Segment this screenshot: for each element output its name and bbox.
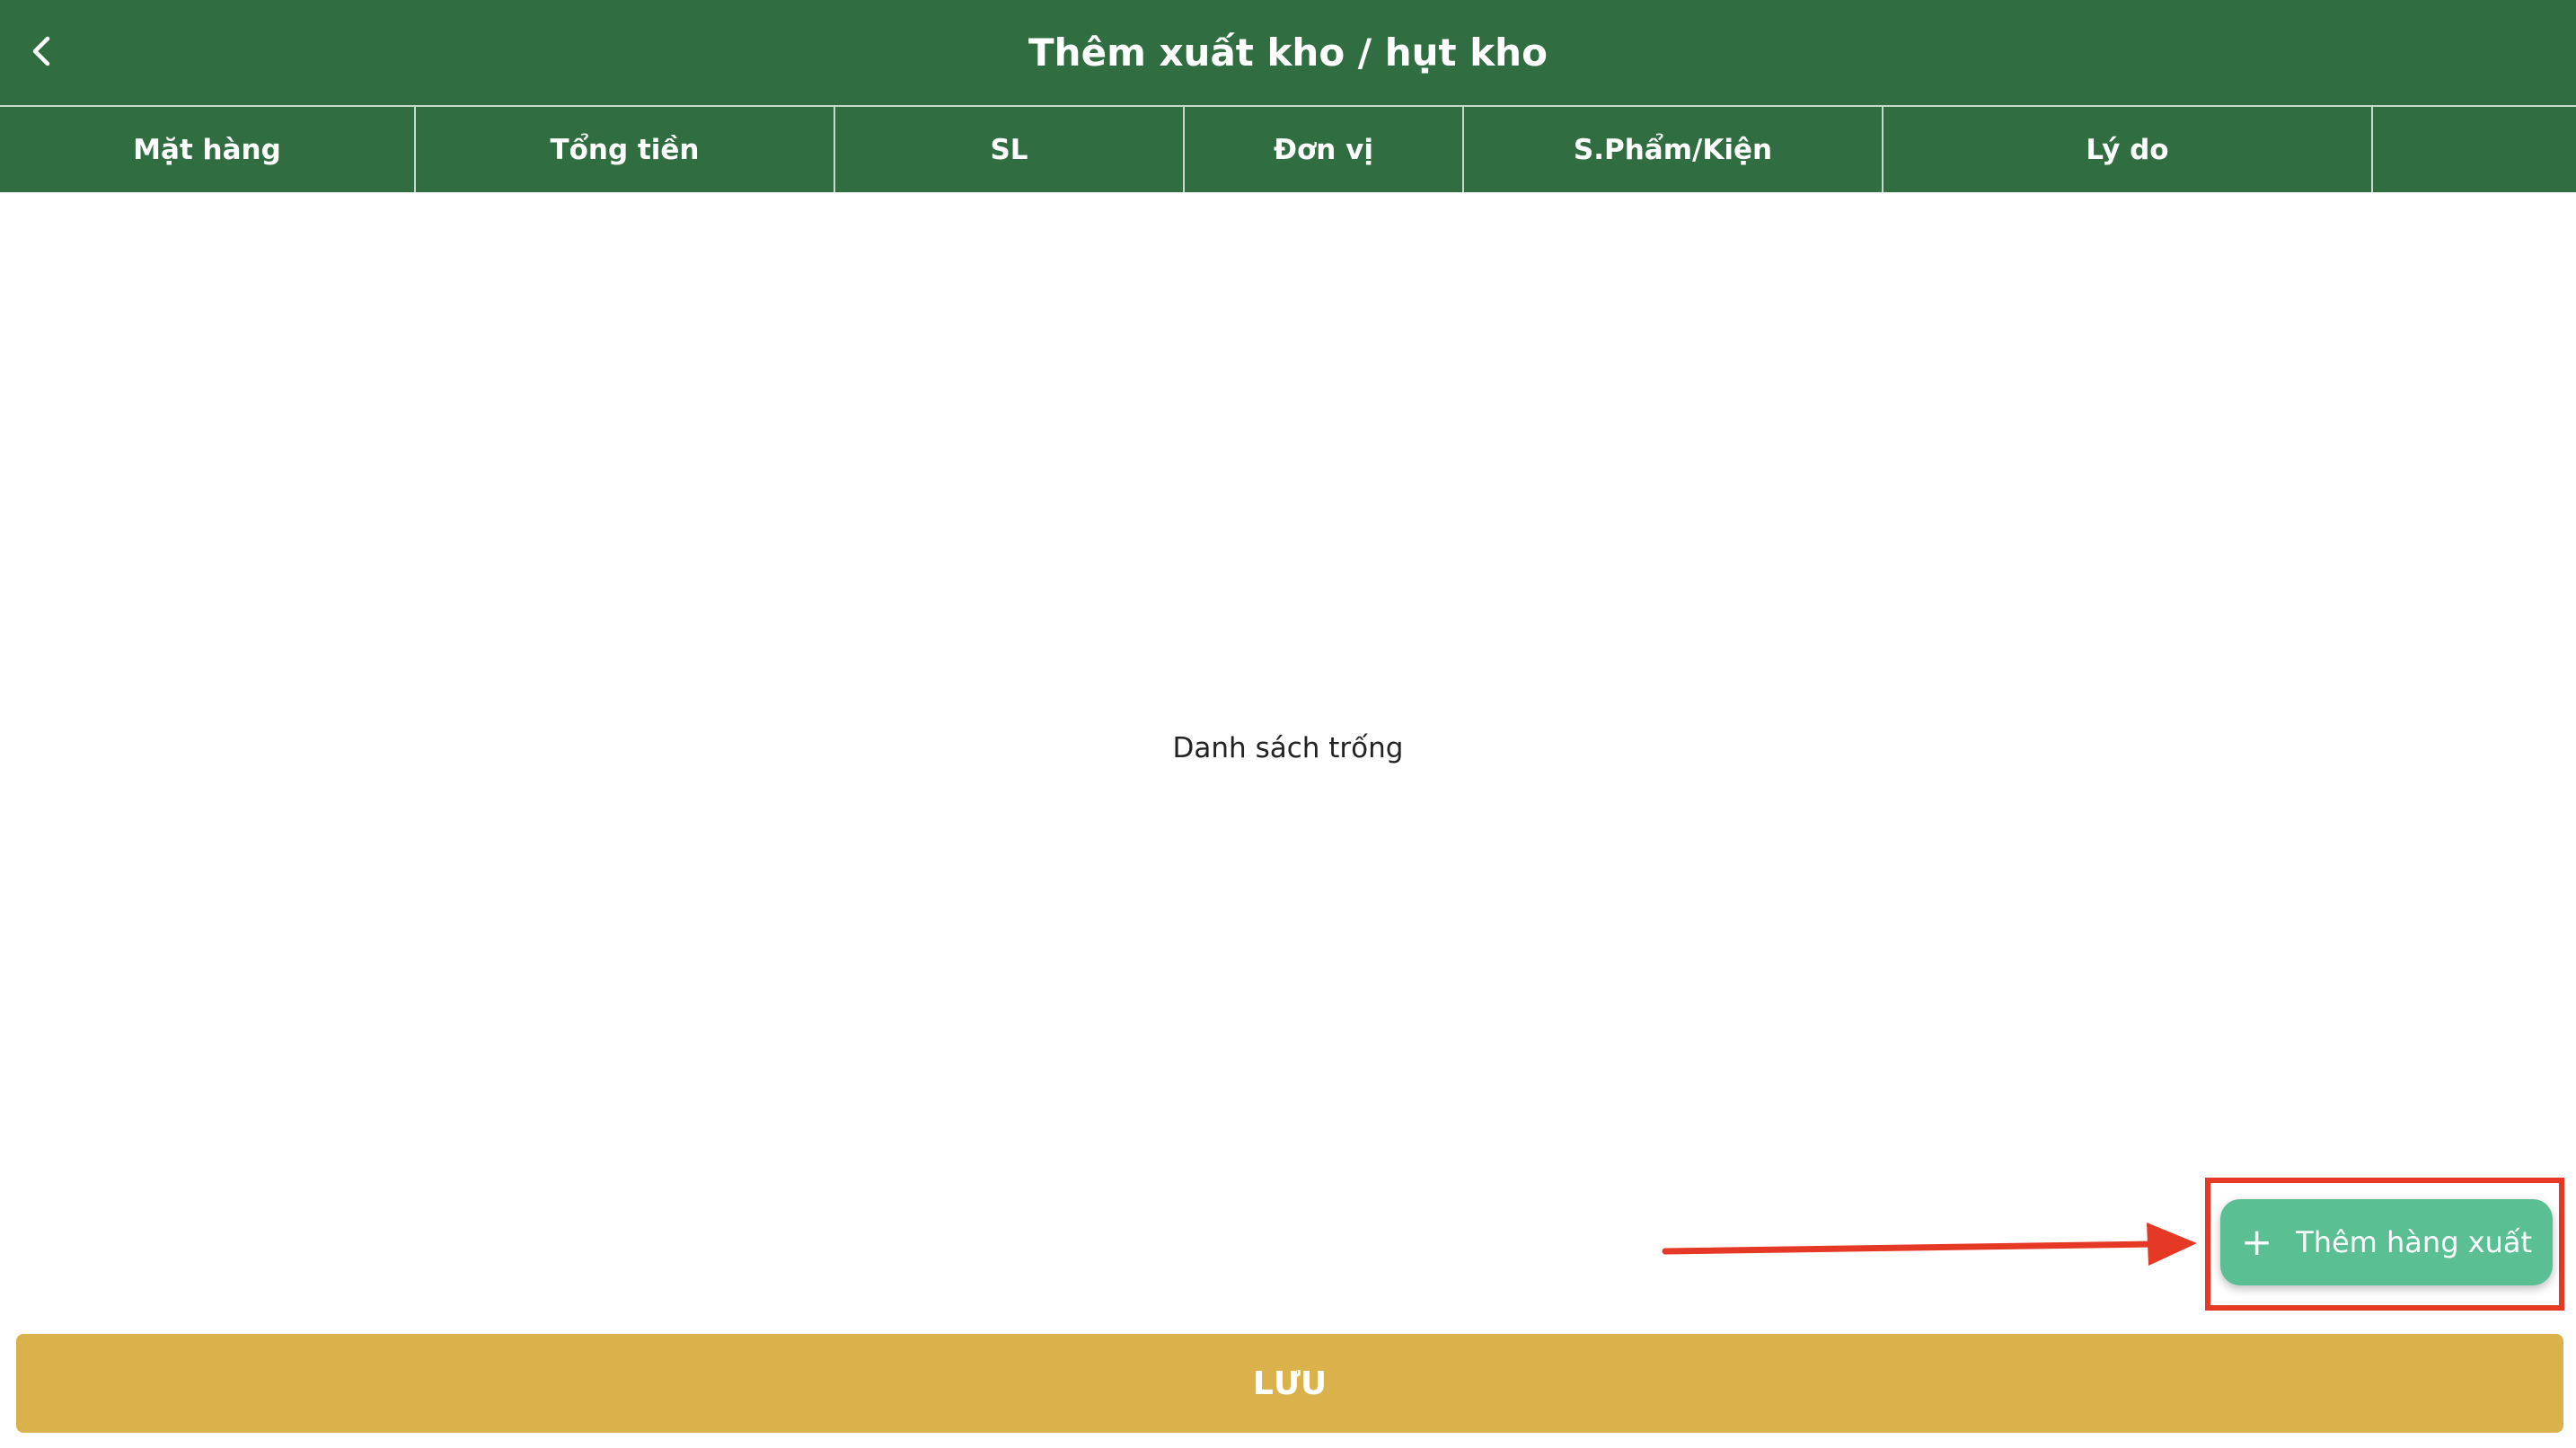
table-header: Mặt hàng Tổng tiền SL Đơn vị S.Phẩm/Kiện… [0,105,2576,192]
empty-list-message: Danh sách trống [1172,732,1404,764]
column-header-total: Tổng tiền [416,107,835,192]
save-button[interactable]: LƯU [16,1334,2563,1433]
column-header-reason: Lý do [1883,107,2373,192]
add-export-item-label: Thêm hàng xuất [2296,1225,2533,1259]
column-header-quantity: SL [835,107,1185,192]
column-header-actions [2373,107,2576,192]
add-export-item-button[interactable]: + Thêm hàng xuất [2220,1199,2553,1285]
app-header: Thêm xuất kho / hụt kho [0,0,2576,105]
chevron-left-icon [32,36,50,66]
column-header-unit: Đơn vị [1185,107,1464,192]
page-title: Thêm xuất kho / hụt kho [1028,31,1548,75]
plus-icon: + [2240,1220,2273,1264]
column-header-item: Mặt hàng [0,107,416,192]
column-header-products-per-package: S.Phẩm/Kiện [1464,107,1883,192]
page: Thêm xuất kho / hụt kho Mặt hàng Tổng ti… [0,0,2576,1448]
back-button[interactable] [13,22,72,81]
annotation-arrow [1662,1223,2197,1266]
